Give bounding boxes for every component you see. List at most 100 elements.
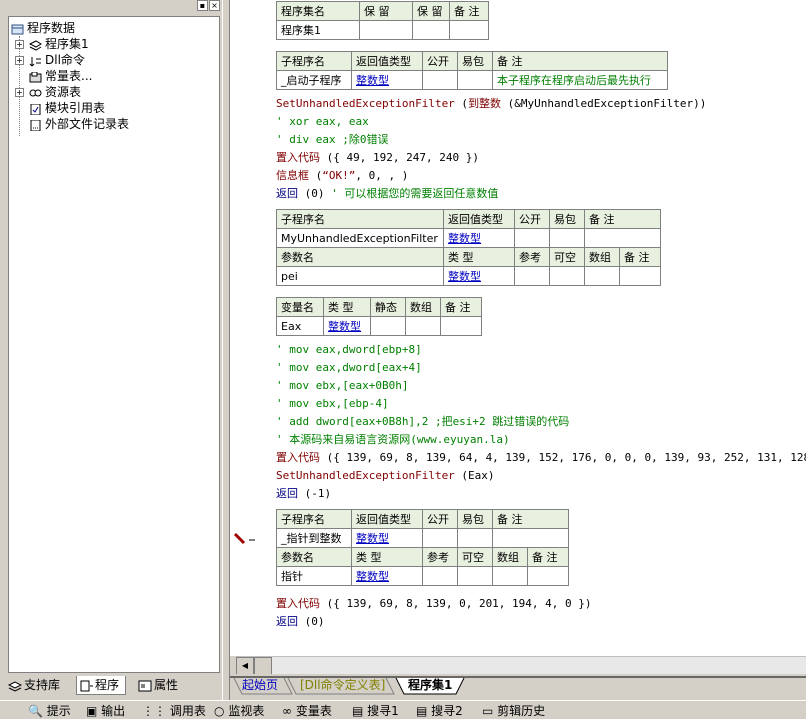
cell[interactable] [359, 20, 413, 40]
tab-clip-history[interactable]: ▭ 剪辑历史 [482, 703, 545, 719]
tab-search2[interactable]: ▤ 搜寻2 [416, 703, 463, 719]
code-line[interactable]: 信息框 (“OK!”, 0, , ) [276, 167, 408, 185]
tab-hint[interactable]: 🔍 提示 [28, 703, 71, 719]
tab-assembly1[interactable]: 程序集1 [402, 677, 458, 694]
assembly-name-cell[interactable]: 程序集1 [276, 20, 360, 40]
code-line[interactable]: 置入代码 ({ 49, 192, 247, 240 }) [276, 149, 479, 167]
tab-output[interactable]: ▣ 输出 [86, 703, 125, 719]
tab-variables[interactable]: ∞ 变量表 [282, 703, 332, 719]
cell[interactable] [584, 228, 661, 248]
tab-search1[interactable]: ▤ 搜寻1 [352, 703, 399, 719]
panel-splitter[interactable] [222, 0, 230, 700]
code-line[interactable]: SetUnhandledExceptionFilter (到整数 (&MyUnh… [276, 95, 706, 113]
cell[interactable] [492, 566, 528, 586]
code-line[interactable]: ' mov ebx,[eax+0B0h] [276, 377, 408, 395]
cell[interactable] [514, 266, 550, 286]
cell[interactable] [449, 20, 489, 40]
cell[interactable] [549, 266, 585, 286]
scroll-thumb[interactable] [254, 657, 272, 675]
param-type-cell[interactable]: 整数型 [351, 566, 423, 586]
param-name-cell[interactable]: 指针 [276, 566, 352, 586]
cell[interactable] [549, 228, 585, 248]
code-line[interactable]: 返回 (0) [276, 613, 325, 631]
expand-icon[interactable]: + [15, 40, 24, 49]
code-line[interactable]: 返回 (-1) [276, 485, 331, 503]
col-header: 可空 [457, 547, 493, 567]
expand-icon[interactable]: + [15, 56, 24, 65]
cell[interactable] [422, 70, 458, 90]
tab-label: 搜寻1 [367, 704, 399, 718]
cell[interactable] [514, 228, 550, 248]
panel-close-button[interactable]: × [209, 0, 220, 11]
code-line[interactable]: 置入代码 ({ 139, 69, 8, 139, 64, 4, 139, 152… [276, 449, 806, 467]
tab-watch[interactable]: ○ 监视表 [214, 703, 264, 719]
sub-name-cell[interactable]: _指针到整数 [276, 528, 352, 548]
tab-call-stack[interactable]: ⋮⋮ 调用表 [142, 703, 206, 719]
tab-label: 程序 [95, 678, 120, 692]
param-type-cell[interactable]: 整数型 [443, 266, 515, 286]
tree-item-label: 资源表 [45, 85, 82, 99]
code-line[interactable]: 返回 (0) ' 可以根据您的需要返回任意数值 [276, 185, 498, 203]
tab-dll-definitions[interactable]: [Dll命令定义表] [294, 677, 391, 694]
cell[interactable] [422, 566, 458, 586]
cell[interactable] [584, 266, 620, 286]
tab-properties[interactable]: 属性 [136, 676, 184, 694]
code-token: “OK!” [322, 169, 356, 182]
return-type-cell[interactable]: 整数型 [351, 70, 423, 90]
cell[interactable] [412, 20, 450, 40]
code-token: (0) [298, 187, 332, 200]
return-type-cell[interactable]: 整数型 [443, 228, 515, 248]
note-cell[interactable]: 本子程序在程序启动后最先执行 [492, 70, 668, 90]
sub-name-cell[interactable]: _启动子程序 [276, 70, 352, 90]
return-type-cell[interactable]: 整数型 [351, 528, 423, 548]
code-token: 返回 [276, 487, 298, 500]
constants-icon [29, 71, 42, 83]
horizontal-scrollbar[interactable]: ◀ [236, 656, 806, 675]
code-line[interactable]: ' mov ebx,[ebp-4] [276, 395, 389, 413]
cell[interactable] [492, 528, 569, 548]
code-line[interactable]: 置入代码 ({ 139, 69, 8, 139, 0, 201, 194, 4,… [276, 595, 592, 613]
panel-pin-button[interactable]: ▪ [197, 0, 208, 11]
tab-start-page[interactable]: 起始页 [236, 677, 284, 694]
code-line[interactable]: ' mov eax,dword[eax+4] [276, 359, 422, 377]
tree-root[interactable]: 程序数据 [11, 20, 75, 36]
cell[interactable] [370, 316, 406, 336]
cell[interactable] [619, 266, 661, 286]
cell[interactable] [422, 528, 458, 548]
code-token: 返回 [276, 187, 298, 200]
sub-name-cell[interactable]: MyUnhandledExceptionFilter [276, 228, 444, 248]
tree-item-modules[interactable]: 模块引用表 [29, 100, 105, 116]
code-line[interactable]: ' div eax ;除0错误 [276, 131, 388, 149]
tree-item-label: 程序集1 [45, 37, 89, 51]
code-line[interactable]: ' mov eax,dword[ebp+8] [276, 341, 422, 359]
tab-label: 输出 [101, 704, 126, 718]
col-header: 程序集名 [276, 1, 360, 21]
code-token: 置入代码 [276, 151, 320, 164]
code-editor[interactable]: 程序集名保 留保 留备 注 程序集1 子程序名 返回值类型 公开 易包备 注 _启动子… [230, 0, 806, 656]
col-header: 保 留 [412, 1, 450, 21]
var-name-cell[interactable]: Eax [276, 316, 324, 336]
code-line[interactable]: SetUnhandledExceptionFilter (Eax) [276, 467, 495, 485]
tab-label: 监视表 [228, 704, 265, 718]
col-header: 备 注 [440, 297, 482, 317]
tab-program[interactable]: 程序 [76, 676, 127, 695]
var-type-cell[interactable]: 整数型 [323, 316, 371, 336]
tree-item-external-files[interactable]: 外部文件记录表 [29, 116, 129, 132]
tree-line [19, 36, 20, 136]
tab-support-library[interactable]: 支持库 [6, 676, 66, 694]
cell[interactable] [405, 316, 441, 336]
cell[interactable] [457, 566, 493, 586]
cell[interactable] [457, 528, 493, 548]
cell[interactable] [457, 70, 493, 90]
expand-icon[interactable]: + [15, 88, 24, 97]
code-line[interactable]: ' add dword[eax+0B8h],2 ;把esi+2 跳过错误的代码 [276, 413, 569, 431]
code-line[interactable]: ' 本源码来自易语言资源网(www.eyuyan.la) [276, 431, 510, 449]
tree-item-constants[interactable]: 常量表... [29, 68, 92, 84]
scroll-left-icon[interactable]: ◀ [236, 657, 254, 675]
cell[interactable] [440, 316, 482, 336]
code-token: ({ 49, 192, 247, 240 }) [320, 151, 479, 164]
subroutine-table: 子程序名 返回值类型 公开 易包备 注 MyUnhandledExceptionFil… [276, 209, 661, 286]
code-line[interactable]: ' xor eax, eax [276, 113, 369, 131]
param-name-cell[interactable]: pei [276, 266, 444, 286]
cell[interactable] [527, 566, 569, 586]
